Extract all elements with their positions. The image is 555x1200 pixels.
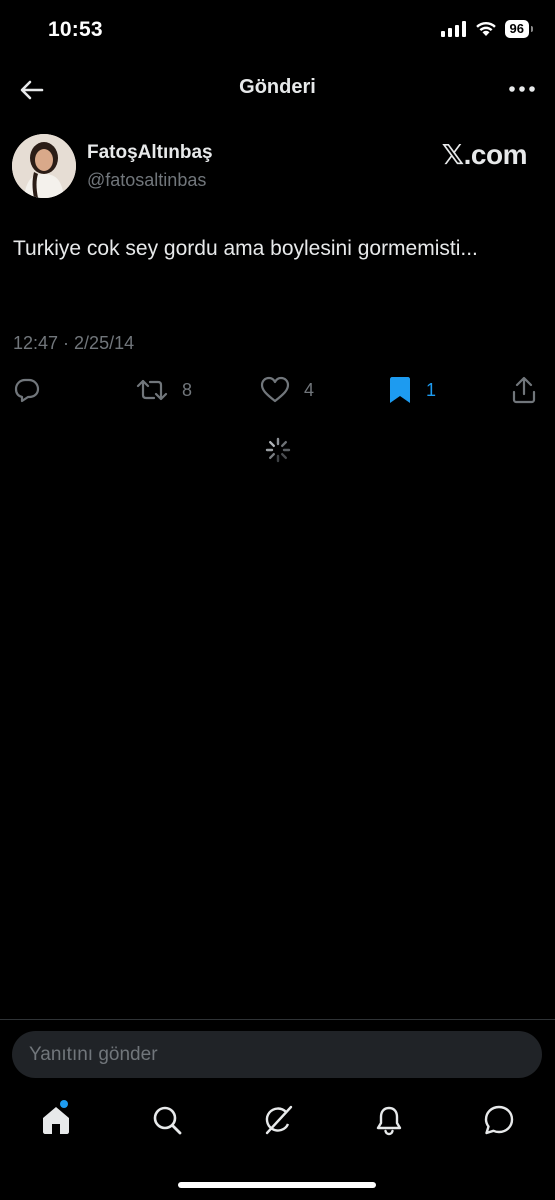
grok-icon[interactable] [262,1104,294,1136]
page-title: Gönderi [239,76,316,98]
avatar[interactable] [12,134,76,198]
notifications-bell-icon[interactable] [373,1104,405,1136]
reply-icon [14,378,40,403]
post-text: Turkiye cok sey gordu ama boylesini gorm… [13,237,478,260]
home-notification-dot [60,1100,68,1108]
author-name[interactable]: FatoşAltınbaş [87,142,213,164]
search-icon[interactable] [151,1104,183,1136]
bookmark-button[interactable]: 1 [388,376,436,404]
loading-spinner-icon [265,437,291,463]
more-options-icon[interactable] [507,76,537,102]
bookmark-filled-icon [390,377,410,403]
reply-input[interactable] [12,1042,511,1067]
battery-indicator: 96 [504,20,534,38]
status-icons: 96 [440,20,534,38]
share-icon [512,376,536,404]
status-time: 10:53 [48,18,103,41]
bookmark-count: 1 [426,379,437,400]
retweet-icon [136,379,168,401]
retweet-count: 8 [182,379,193,400]
composer-divider [0,1019,555,1020]
like-button[interactable]: 4 [260,376,314,404]
wifi-icon [475,21,496,36]
signal-icon [440,21,466,37]
messages-icon[interactable] [483,1104,515,1136]
reply-composer[interactable] [12,1031,542,1078]
share-button[interactable] [511,376,537,404]
like-count: 4 [304,379,315,400]
home-icon[interactable] [40,1104,72,1136]
home-indicator [178,1182,376,1188]
post-timestamp: 12:47 · 2/25/14 [13,333,135,353]
x-brand-logo: 𝕏.com [441,139,528,170]
reply-button[interactable] [13,376,41,404]
author-handle[interactable]: @fatosaltinbas [87,170,206,191]
heart-icon [260,376,290,403]
retweet-button[interactable]: 8 [136,376,192,404]
